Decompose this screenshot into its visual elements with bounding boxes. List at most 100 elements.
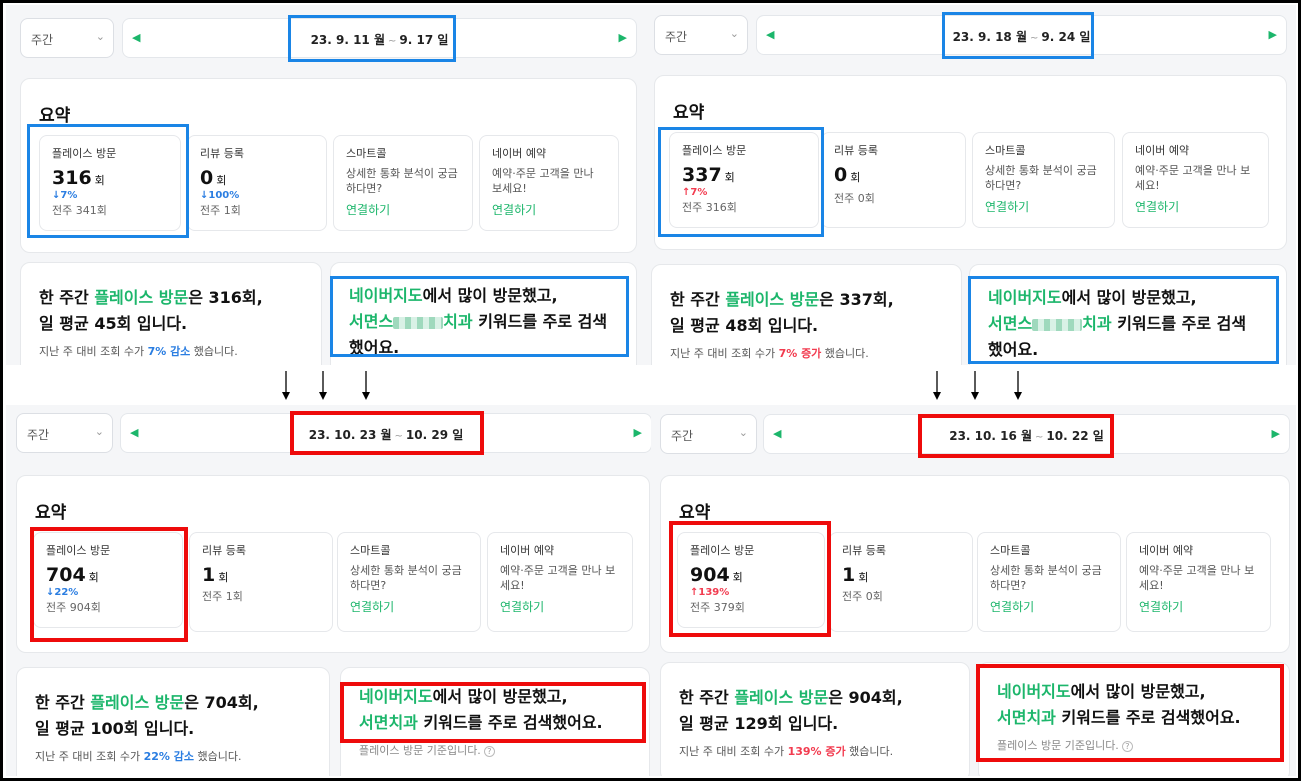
card-review[interactable]: 리뷰 등록 1회 전주 1회	[189, 532, 333, 632]
review-value: 0	[200, 167, 214, 189]
card-smartcall[interactable]: 스마트콜 상세한 통화 분석이 궁금하다면? 연결하기	[972, 132, 1115, 228]
text: 키워드를 주로 검색	[472, 312, 608, 331]
card-naver-reserve[interactable]: 네이버 예약 예약·주문 고객을 만나 보세요! 연결하기	[1126, 532, 1271, 632]
visit-summary-card: 한 주간 플레이스 방문은 704회, 일 평균 100회 입니다. 지난 주 …	[16, 667, 330, 776]
text: 입니다.	[762, 316, 819, 335]
text: 했습니다.	[821, 347, 869, 360]
range-tilde: ~	[388, 36, 397, 47]
unit: 회	[724, 171, 735, 184]
chevron-down-icon: ⌄	[94, 425, 104, 438]
keyword-card: 네이버지도에서 많이 방문했고, 서면치과 키워드를 주로 검색했어요. 플레이…	[340, 667, 650, 776]
text: 은	[188, 288, 209, 307]
text-keyword: 플레이스 방문	[734, 688, 829, 707]
card-smartcall[interactable]: 스마트콜 상세한 통화 분석이 궁금하다면? 연결하기	[333, 135, 473, 231]
visit-prev: 전주 904회	[46, 601, 101, 614]
text: 했습니다.	[845, 745, 894, 758]
card-smartcall[interactable]: 스마트콜 상세한 통화 분석이 궁금하다면? 연결하기	[337, 532, 481, 632]
range-start: 23. 10. 23 월	[308, 428, 392, 442]
connect-link[interactable]: 연결하기	[346, 201, 460, 218]
card-place-visit[interactable]: 플레이스 방문 316 회 ↓7% 전주 341회	[39, 135, 181, 231]
compare-value: 7% 증가	[778, 347, 822, 360]
visit-summary-card: 한 주간 플레이스 방문은 904회, 일 평균 129회 입니다. 지난 주 …	[660, 662, 970, 776]
card-place-visit[interactable]: 플레이스 방문 904 회 ↑139% 전주 379회	[677, 532, 825, 628]
connect-link[interactable]: 연결하기	[500, 598, 620, 615]
card-desc: 예약·주문 고객을 만나 보세요!	[1135, 164, 1251, 192]
period-select[interactable]: 주간 ⌄	[660, 414, 757, 454]
keyword-card: 네이버지도에서 많이 방문했고, 서면스 치과 키워드를 주로 검색 했어요.	[330, 262, 637, 365]
visit-count: 704 회	[46, 564, 170, 586]
text: 했어요.	[1190, 708, 1241, 727]
visit-sentence-1: 한 주간 플레이스 방문은 904회,	[679, 685, 969, 711]
connect-link[interactable]: 연결하기	[492, 201, 606, 218]
card-label: 플레이스 방문	[46, 544, 111, 557]
card-review[interactable]: 리뷰 등록 0회 ↓100% 전주 1회	[187, 135, 327, 231]
range-end: 10. 29 일	[405, 428, 464, 442]
period-select[interactable]: 주간 ⌄	[20, 18, 114, 58]
date-range: 23. 10. 23 월 ~10. 29 일	[121, 426, 651, 443]
text: 일 평균	[39, 314, 95, 333]
text-keyword: 플레이스 방문	[94, 288, 189, 307]
visit-sentence-1: 한 주간 플레이스 방문은 704회,	[35, 690, 329, 716]
arrow-down-icon	[1014, 371, 1022, 400]
chevron-down-icon: ⌄	[95, 30, 105, 43]
range-tilde: ~	[394, 431, 403, 442]
compare-value: 139% 증가	[787, 745, 846, 758]
date-navigator: ◀ 23. 9. 18 월 ~9. 24 일 ▶	[756, 15, 1287, 55]
card-smartcall[interactable]: 스마트콜 상세한 통화 분석이 궁금하다면? 연결하기	[977, 532, 1121, 632]
review-count: 1회	[842, 564, 960, 586]
connect-link[interactable]: 연결하기	[990, 598, 1108, 615]
connect-link[interactable]: 연결하기	[1135, 198, 1256, 215]
kw-note: 플레이스 방문 기준입니다.?	[997, 737, 1289, 753]
card-label: 스마트콜	[985, 144, 1026, 157]
card-naver-reserve[interactable]: 네이버 예약 예약·주문 고객을 만나 보세요! 연결하기	[487, 532, 633, 632]
caret-right-icon[interactable]: ▶	[634, 426, 642, 439]
review-count: 0회	[834, 164, 953, 186]
card-place-visit[interactable]: 플레이스 방문 337 회 ↑7% 전주 316회	[669, 132, 819, 228]
caret-right-icon[interactable]: ▶	[619, 31, 627, 44]
text: 일 평균	[679, 714, 735, 733]
connect-link[interactable]: 연결하기	[350, 598, 468, 615]
unit: 회	[94, 174, 105, 187]
caret-right-icon[interactable]: ▶	[1272, 427, 1280, 440]
caret-right-icon[interactable]: ▶	[1269, 28, 1277, 41]
review-count: 0회	[200, 167, 314, 189]
visit-compare: 지난 주 대비 조회 수가 139% 증가 했습니다.	[679, 743, 969, 759]
connect-link[interactable]: 연결하기	[985, 198, 1102, 215]
visit-value: 904	[690, 564, 730, 586]
review-value: 0	[834, 164, 848, 186]
card-place-visit[interactable]: 플레이스 방문 704 회 ↓22% 전주 904회	[33, 532, 183, 628]
panel-week-sep-11: 주간 ⌄ ◀ 23. 9. 11 월 ~9. 17 일 ▶ 요약 플레이스 방문 …	[6, 5, 651, 365]
period-select[interactable]: 주간 ⌄	[654, 15, 748, 55]
kw-sentence-3: 했어요.	[988, 340, 1039, 359]
visit-change: ↓22%	[46, 587, 79, 598]
visit-summary-card: 한 주간 플레이스 방문은 316회, 일 평균 45회 입니다. 지난 주 대…	[20, 262, 322, 365]
card-review[interactable]: 리뷰 등록 1회 전주 0회	[829, 532, 973, 632]
question-circle-icon[interactable]: ?	[483, 745, 495, 757]
kw-name: 치과	[443, 312, 473, 331]
map-name: 네이버지도	[359, 687, 433, 706]
card-label: 리뷰 등록	[834, 144, 878, 157]
text: 에서 많이 방문했고,	[432, 687, 568, 706]
text: 키워드를 주로 검색	[1055, 708, 1191, 727]
summary-section: 요약 플레이스 방문 337 회 ↑7% 전주 316회 리뷰 등록 0회 전주 …	[654, 75, 1287, 250]
visit-compare: 지난 주 대비 조회 수가 7% 증가 했습니다.	[670, 345, 961, 361]
visit-change: ↓7%	[52, 190, 78, 201]
card-naver-reserve[interactable]: 네이버 예약 예약·주문 고객을 만나 보세요! 연결하기	[479, 135, 619, 231]
card-review[interactable]: 리뷰 등록 0회 전주 0회	[821, 132, 966, 228]
card-naver-reserve[interactable]: 네이버 예약 예약·주문 고객을 만나 보세요! 연결하기	[1122, 132, 1269, 228]
note-text: 플레이스 방문 기준입니다.	[997, 739, 1119, 752]
panel-week-oct-23: 주간 ⌄ ◀ 23. 10. 23 월 ~10. 29 일 ▶ 요약 플레이스 방…	[6, 405, 651, 776]
text: 한 주간	[679, 688, 735, 707]
card-label: 스마트콜	[990, 544, 1031, 557]
arrow-down-icon	[282, 371, 290, 400]
card-desc: 예약·주문 고객을 만나 보세요!	[500, 564, 616, 592]
question-circle-icon[interactable]: ?	[1121, 740, 1133, 752]
visit-sentence-2: 일 평균 48회 입니다.	[670, 313, 961, 339]
text: 에서 많이 방문했고,	[1070, 682, 1206, 701]
text: 에서 많이 방문했고,	[1061, 288, 1197, 307]
kw-sentence-2: 서면스 치과 키워드를 주로 검색	[349, 309, 636, 335]
connect-link[interactable]: 연결하기	[1139, 598, 1258, 615]
text: 했습니다.	[190, 345, 238, 358]
period-select[interactable]: 주간 ⌄	[16, 413, 113, 453]
text: 지난 주 대비 조회 수가	[35, 750, 144, 763]
